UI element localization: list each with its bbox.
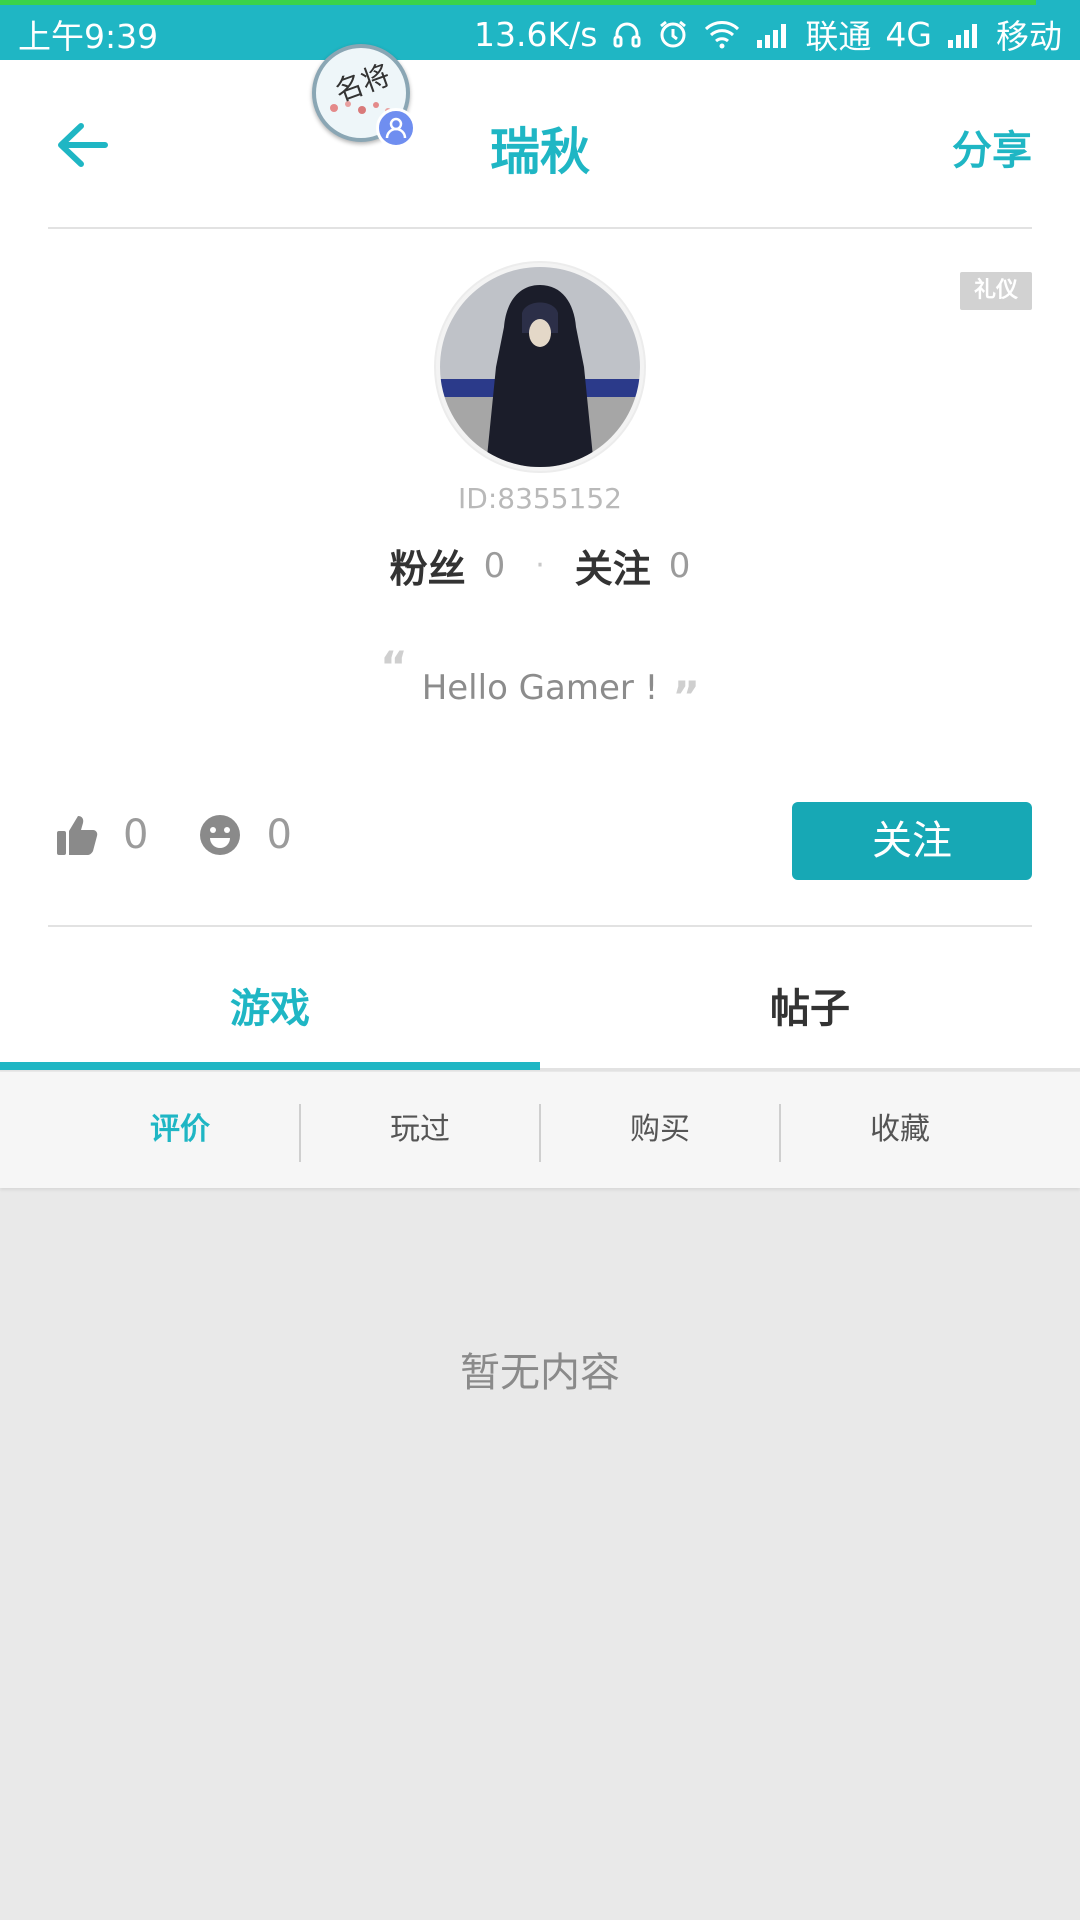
fans-label[interactable]: 粉丝 (390, 538, 466, 593)
user-id: ID:8355152 (458, 482, 622, 515)
stats-separator: · (535, 548, 545, 583)
status-bar: 上午9:39 13.6K/s 联通 4G 移动 (0, 0, 1080, 60)
network-type: 4G (885, 14, 932, 54)
reactions: 0 0 (55, 812, 342, 858)
divider (48, 925, 1032, 927)
like-count: 0 (123, 812, 149, 858)
main-tabs: 游戏 帖子 (0, 960, 1080, 1070)
network-speed: 13.6K/s (473, 14, 598, 54)
smile-reaction[interactable]: 0 (198, 812, 292, 858)
empty-state-text: 暂无内容 (460, 1350, 620, 1396)
tab-posts[interactable]: 帖子 (540, 960, 1080, 1070)
tab-games[interactable]: 游戏 (0, 960, 540, 1070)
share-button[interactable]: 分享 (952, 118, 1032, 176)
following-count[interactable]: 0 (669, 546, 691, 586)
bio: “ Hello Gamer ! ” (0, 642, 1080, 721)
headphones-icon (611, 18, 643, 50)
quote-open-icon: “ (380, 642, 408, 691)
fans-count[interactable]: 0 (484, 546, 506, 586)
follow-button[interactable]: 关注 (792, 802, 1032, 880)
smile-count: 0 (266, 812, 292, 858)
progress-line (0, 0, 1036, 5)
header: 名将 瑞秋 分享 (0, 44, 1080, 228)
smile-icon (200, 815, 241, 855)
tab-indicator (0, 1062, 540, 1070)
signal-icon-2 (946, 20, 982, 48)
subtab-played[interactable]: 玩过 (300, 1072, 540, 1188)
carrier-1: 联通 (805, 17, 872, 56)
divider (48, 227, 1032, 229)
carrier-2: 移动 (996, 17, 1062, 56)
quote-close-icon: ” (672, 672, 700, 721)
follow-stats: 粉丝 0 · 关注 0 (0, 538, 1080, 593)
subtab-favorites[interactable]: 收藏 (780, 1072, 1020, 1188)
like-reaction[interactable]: 0 (55, 812, 148, 858)
sub-tabs: 评价 玩过 购买 收藏 (0, 1072, 1080, 1188)
thumbs-up-icon (57, 816, 98, 855)
user-tag: 礼仪 (960, 272, 1032, 310)
signal-icon (755, 20, 791, 48)
wifi-icon (703, 19, 741, 49)
following-label[interactable]: 关注 (575, 538, 651, 593)
subtab-purchased[interactable]: 购买 (540, 1072, 780, 1188)
status-time: 上午9:39 (18, 17, 159, 56)
page-title: 瑞秋 (490, 123, 590, 181)
avatar[interactable] (436, 263, 644, 471)
bio-text: Hello Gamer ! (421, 668, 659, 708)
avatar-image (440, 267, 640, 467)
alarm-icon (657, 18, 689, 50)
subtab-reviews[interactable]: 评价 (60, 1072, 300, 1188)
